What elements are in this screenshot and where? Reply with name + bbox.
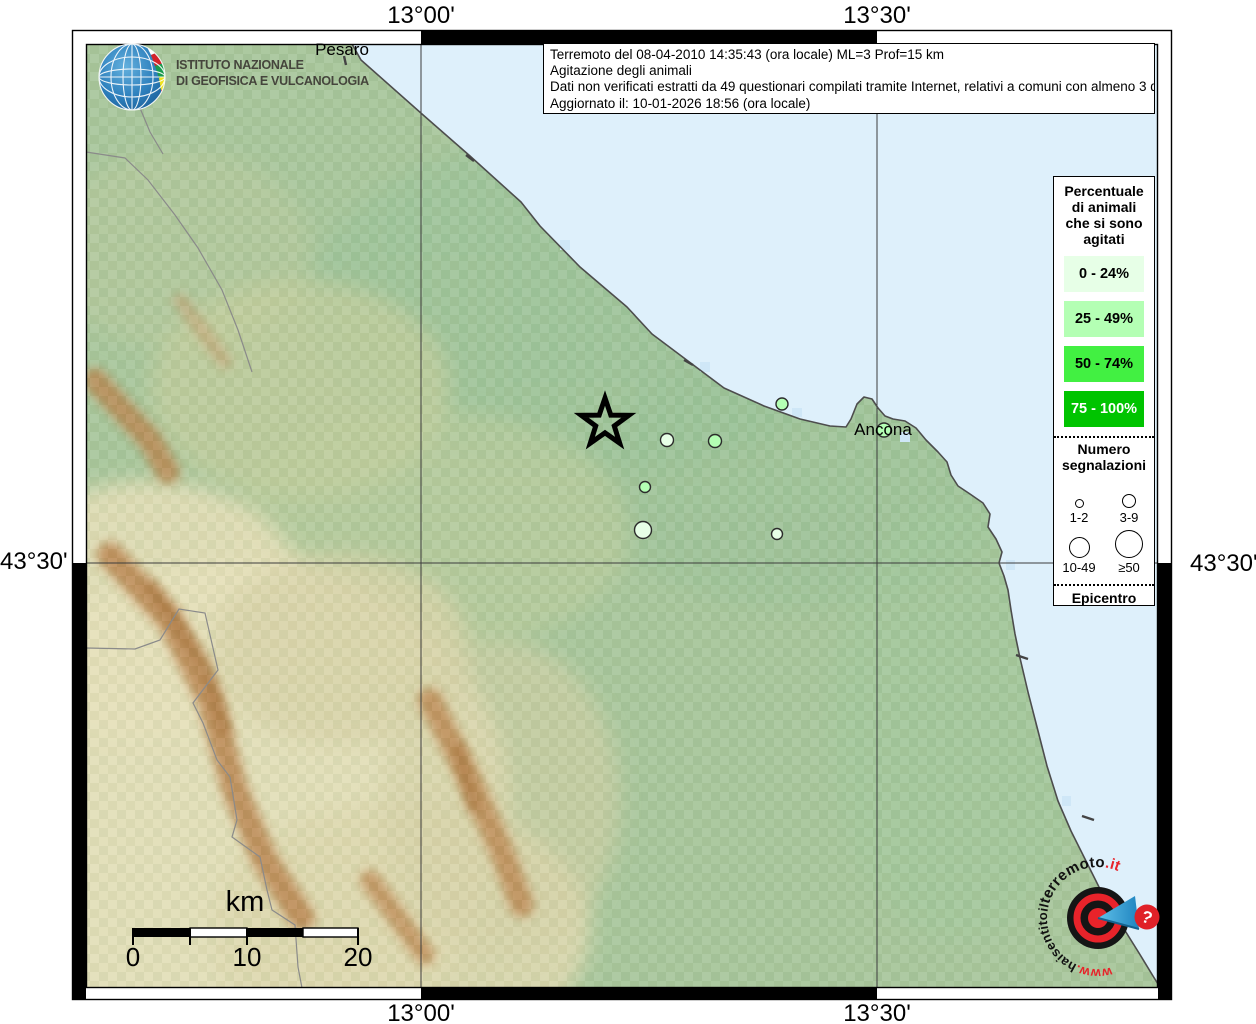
axis-label-bottom-left: 13°00'	[376, 1000, 466, 1024]
legend-divider	[1054, 584, 1154, 586]
city-label-ancona: Ancona	[852, 420, 914, 440]
scale-tick-10: 10	[217, 942, 277, 973]
report-marker	[709, 435, 722, 448]
size-circle-icon	[1069, 537, 1090, 558]
size-circle-icon	[1075, 499, 1084, 508]
size-circle-icon	[1122, 494, 1136, 508]
event-info-line: Dati non verificati estratti da 49 quest…	[550, 79, 1148, 95]
legend-swatch-3: 75 - 100%	[1064, 391, 1144, 427]
legend-size-1-2: 1-2	[1054, 475, 1104, 525]
legend-swatch-0: 0 - 24%	[1064, 256, 1144, 292]
ingv-wordmark: ISTITUTO NAZIONALE DI GEOFISICA E VULCAN…	[176, 57, 369, 89]
report-marker	[635, 522, 652, 539]
axis-label-right: 43°30'	[1190, 550, 1256, 578]
axis-label-left: 43°30'	[0, 548, 66, 576]
legend-swatch-1: 25 - 49%	[1064, 301, 1144, 337]
map-screenshot: ? www.haisentitoilterremoto.it 13°00' 13…	[0, 0, 1256, 1024]
legend-size-50plus: ≥50	[1104, 525, 1154, 575]
axis-label-bottom-right: 13°30'	[832, 1000, 922, 1024]
axis-label-top-right: 13°30'	[832, 2, 922, 30]
scale-bar-unit: km	[195, 886, 295, 919]
legend-size-3-9: 3-9	[1104, 475, 1154, 525]
scale-tick-0: 0	[103, 942, 163, 973]
report-marker	[661, 434, 674, 447]
report-marker	[772, 529, 783, 540]
legend-size-10-49: 10-49	[1054, 525, 1104, 575]
axis-label-top-left: 13°00'	[376, 2, 466, 30]
legend-size-grid: 1-2 3-9 10-49 ≥50	[1054, 475, 1154, 575]
legend-pct-title: Percentuale di animali che si sono agita…	[1054, 183, 1154, 247]
legend-epicenter-title: Epicentro strumentale	[1054, 590, 1154, 606]
map-area	[0, 44, 1168, 1024]
event-info-line: Terremoto del 08-04-2010 14:35:43 (ora l…	[550, 47, 1148, 63]
size-circle-icon	[1115, 530, 1143, 558]
event-info-box: Terremoto del 08-04-2010 14:35:43 (ora l…	[543, 43, 1155, 114]
legend-divider	[1054, 436, 1154, 438]
scale-tick-20: 20	[328, 942, 388, 973]
legend-swatch-2: 50 - 74%	[1064, 346, 1144, 382]
city-label-pesaro: Pesaro	[311, 40, 373, 60]
report-marker	[640, 482, 651, 493]
report-marker	[776, 398, 788, 410]
legend-count-title: Numero segnalazioni	[1054, 441, 1154, 473]
event-info-line: Agitazione degli animali	[550, 63, 1148, 79]
legend: Percentuale di animali che si sono agita…	[1053, 176, 1155, 606]
event-info-line: Aggiornato il: 10-01-2026 18:56 (ora loc…	[550, 96, 1148, 112]
